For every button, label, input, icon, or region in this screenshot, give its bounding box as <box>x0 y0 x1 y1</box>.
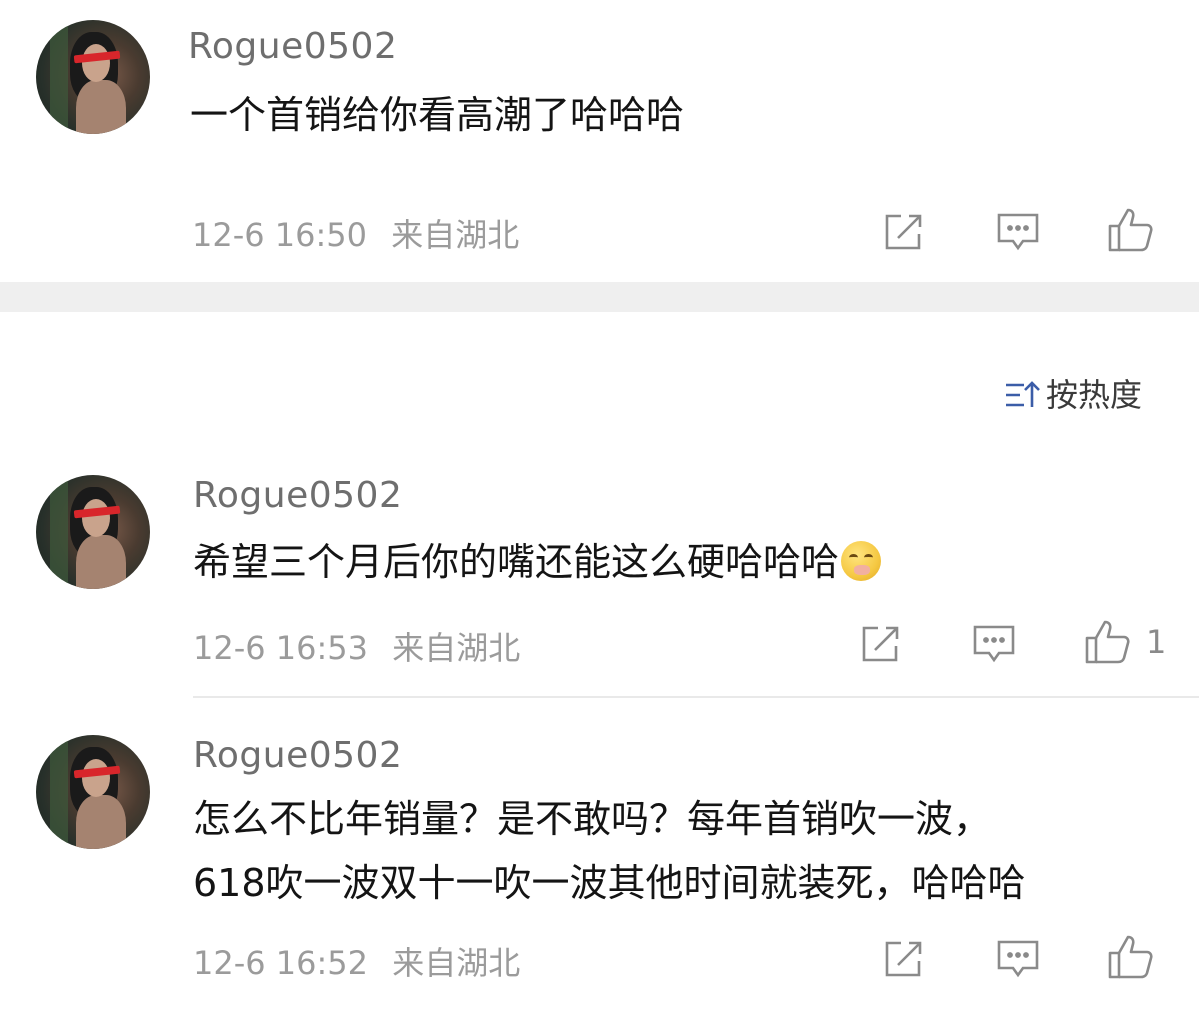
reply-text-line2: 618吹一波双十一吹一波其他时间就装死，哈哈哈 <box>193 861 1026 905</box>
avatar[interactable] <box>36 20 150 134</box>
avatar[interactable] <box>36 475 150 589</box>
share-icon[interactable] <box>882 212 924 252</box>
comment-time: 12-6 16:50 <box>192 216 368 254</box>
reply-time: 12-6 16:52 <box>193 944 369 982</box>
reply-location: 来自湖北 <box>392 629 521 667</box>
avatar[interactable] <box>36 735 150 849</box>
reply-username[interactable]: Rogue0502 <box>193 735 402 776</box>
reply-meta: 12-6 16:52 来自湖北 <box>193 938 520 984</box>
comment-location: 来自湖北 <box>391 216 520 254</box>
reply-divider <box>193 696 1199 698</box>
thumbs-up-icon[interactable] <box>1106 206 1154 254</box>
share-icon[interactable] <box>859 624 901 664</box>
comment-text: 一个首销给你看高潮了哈哈哈 <box>190 93 685 137</box>
sort-icon <box>1004 380 1040 418</box>
reply-meta: 12-6 16:53 来自湖北 <box>193 623 520 669</box>
reply-time: 12-6 16:53 <box>193 629 369 667</box>
share-icon[interactable] <box>882 939 924 979</box>
comment-username[interactable]: Rogue0502 <box>188 26 397 67</box>
reply-location: 来自湖北 <box>392 944 521 982</box>
comment-meta: 12-6 16:50 来自湖北 <box>192 210 519 256</box>
sort-label: 按热度 <box>1046 376 1143 414</box>
reply-text-line1: 怎么不比年销量？是不敢吗？每年首销吹一波， <box>193 797 992 841</box>
smirk-emoji-icon <box>841 541 882 581</box>
thumbs-up-icon[interactable] <box>1083 618 1131 666</box>
section-divider <box>0 282 1199 312</box>
reply-text-body: 希望三个月后你的嘴还能这么硬哈哈哈 <box>193 540 840 584</box>
like-count: 1 <box>1146 623 1167 661</box>
reply-text: 希望三个月后你的嘴还能这么硬哈哈哈 <box>193 533 882 591</box>
thumbs-up-icon[interactable] <box>1106 933 1154 981</box>
sort-toggle[interactable]: 按热度 <box>1004 370 1142 418</box>
comment-icon[interactable] <box>996 212 1040 252</box>
comment-icon[interactable] <box>972 624 1016 664</box>
comment-icon[interactable] <box>996 939 1040 979</box>
reply-username[interactable]: Rogue0502 <box>193 475 402 516</box>
